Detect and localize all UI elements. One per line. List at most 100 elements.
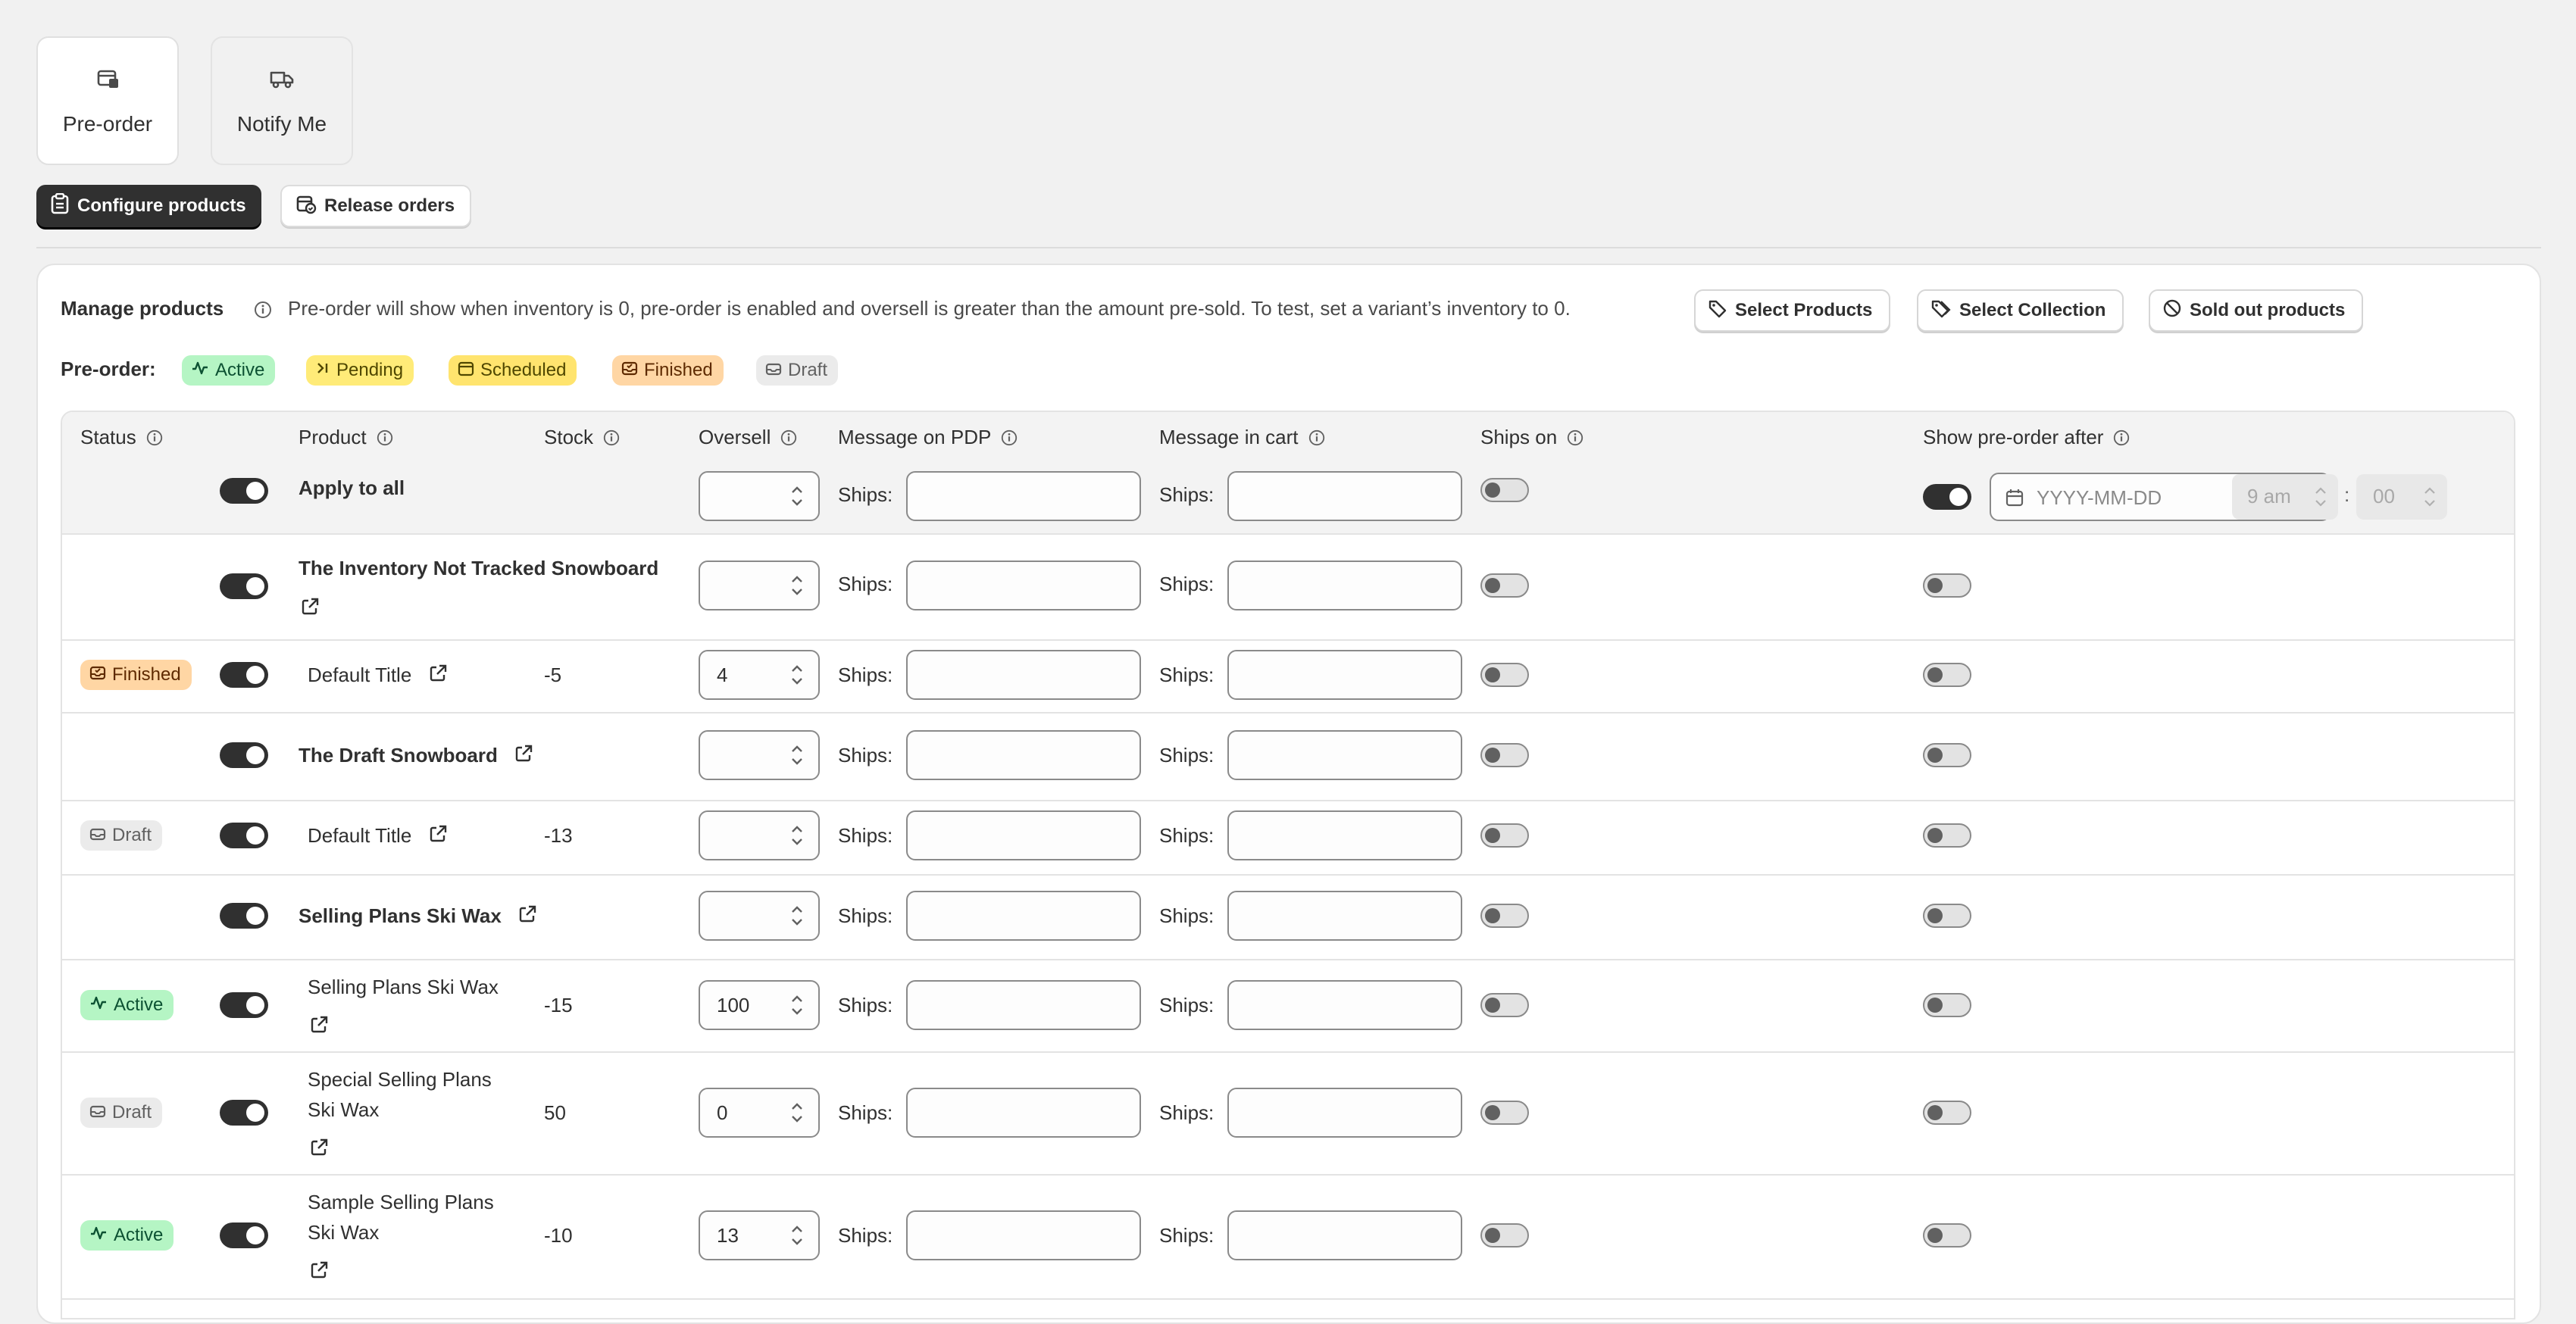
pdp-message-input[interactable] (906, 1210, 1141, 1260)
apply-all-enable-toggle[interactable] (220, 478, 268, 504)
stock-value: 50 (544, 1101, 566, 1124)
oversell-input[interactable]: 13 (699, 1210, 820, 1260)
header-label: Status (80, 426, 136, 448)
row-enable-toggle[interactable] (220, 662, 268, 688)
select-products-button[interactable]: Select Products (1694, 289, 1891, 332)
show-after-toggle[interactable] (1923, 573, 1971, 598)
badge-label: Scheduled (480, 360, 567, 380)
header-label: Message on PDP (838, 426, 992, 448)
stock-value: -13 (544, 824, 573, 847)
pdp-message-input[interactable] (906, 561, 1141, 610)
pdp-message-input[interactable] (906, 650, 1141, 700)
stepper-icon[interactable] (782, 1216, 812, 1254)
select-products-label: Select Products (1735, 300, 1873, 320)
minute-select[interactable]: 00 (2356, 474, 2447, 520)
release-orders-button[interactable]: Release orders (280, 185, 472, 227)
truck-icon (212, 67, 352, 95)
oversell-input[interactable]: 4 (699, 650, 820, 700)
stepper-icon[interactable] (782, 736, 812, 774)
show-after-toggle[interactable] (1923, 663, 1971, 687)
cart-message-input[interactable] (1227, 891, 1462, 941)
ships-on-toggle[interactable] (1480, 904, 1529, 928)
pdp-message-input[interactable] (906, 891, 1141, 941)
row-enable-toggle[interactable] (220, 903, 268, 929)
external-link-icon[interactable] (309, 1260, 329, 1284)
apply-all-ships-on-toggle[interactable] (1480, 478, 1529, 502)
sold-out-products-button[interactable]: Sold out products (2149, 289, 2364, 332)
external-link-icon[interactable] (428, 822, 448, 852)
stepper-icon (2418, 479, 2441, 519)
pdp-message-input[interactable] (906, 1088, 1141, 1138)
ships-on-toggle[interactable] (1480, 823, 1529, 848)
external-link-icon[interactable] (517, 902, 537, 932)
cart-message-input[interactable] (1227, 980, 1462, 1030)
pdp-message-input[interactable] (906, 730, 1141, 780)
ships-on-toggle[interactable] (1480, 743, 1529, 767)
row-enable-toggle[interactable] (220, 992, 268, 1018)
cart-message-input[interactable] (1227, 1210, 1462, 1260)
product-label: The Draft Snowboard (299, 744, 498, 767)
row-enable-toggle[interactable] (220, 1100, 268, 1126)
show-after-toggle[interactable] (1923, 1101, 1971, 1125)
oversell-input[interactable] (699, 730, 820, 780)
show-after-toggle[interactable] (1923, 1223, 1971, 1247)
cart-message-input[interactable] (1227, 1088, 1462, 1138)
show-after-toggle[interactable] (1923, 993, 1971, 1017)
ships-on-toggle[interactable] (1480, 663, 1529, 687)
ships-label: Ships: (838, 744, 893, 767)
select-collection-button[interactable]: Select Collection (1917, 289, 2124, 332)
show-after-toggle[interactable] (1923, 904, 1971, 928)
apply-all-pdp-message-input[interactable] (906, 471, 1141, 521)
row-divider (62, 712, 2514, 714)
tab-pre-order[interactable]: Pre-order (36, 36, 179, 165)
cart-message-input[interactable] (1227, 561, 1462, 610)
stepper-icon[interactable] (782, 897, 812, 935)
hour-value: 9 am (2247, 485, 2291, 507)
tab-notify-me[interactable]: Notify Me (211, 36, 353, 165)
cart-message-input[interactable] (1227, 650, 1462, 700)
stepper-icon[interactable] (782, 477, 812, 515)
calendar-icon (458, 360, 474, 382)
row-enable-toggle[interactable] (220, 823, 268, 848)
legend-draft-badge: Draft (756, 355, 839, 386)
cart-message-input[interactable] (1227, 730, 1462, 780)
ships-on-toggle[interactable] (1480, 573, 1529, 598)
info-icon (2114, 429, 2130, 445)
header-label: Message in cart (1159, 426, 1299, 448)
external-link-icon[interactable] (428, 661, 448, 692)
row-enable-toggle[interactable] (220, 573, 268, 599)
apply-all-show-after-toggle[interactable] (1923, 484, 1971, 510)
hour-select[interactable]: 9 am (2232, 474, 2338, 520)
stepper-icon[interactable] (782, 567, 812, 604)
row-enable-toggle[interactable] (220, 742, 268, 768)
oversell-input[interactable]: 0 (699, 1088, 820, 1138)
pdp-message-input[interactable] (906, 980, 1141, 1030)
oversell-input[interactable]: 100 (699, 980, 820, 1030)
apply-all-cart-message-input[interactable] (1227, 471, 1462, 521)
show-after-toggle[interactable] (1923, 823, 1971, 848)
external-link-icon[interactable] (300, 597, 320, 620)
external-link-icon[interactable] (309, 1138, 329, 1161)
stepper-icon[interactable] (782, 656, 812, 694)
pdp-message-input[interactable] (906, 810, 1141, 860)
show-after-toggle[interactable] (1923, 743, 1971, 767)
badge-label: Draft (112, 1102, 152, 1123)
apply-all-oversell-input[interactable] (699, 471, 820, 521)
ships-on-toggle[interactable] (1480, 1101, 1529, 1125)
external-link-icon[interactable] (514, 742, 533, 772)
external-link-icon[interactable] (309, 1015, 329, 1038)
oversell-value: 100 (717, 994, 750, 1016)
ships-on-toggle[interactable] (1480, 1223, 1529, 1247)
oversell-input[interactable] (699, 561, 820, 610)
oversell-input[interactable] (699, 891, 820, 941)
row-enable-toggle[interactable] (220, 1223, 268, 1248)
configure-products-button[interactable]: Configure products (36, 185, 261, 227)
cart-message-input[interactable] (1227, 810, 1462, 860)
ships-on-toggle[interactable] (1480, 993, 1529, 1017)
stepper-icon[interactable] (782, 1094, 812, 1132)
stepper-icon[interactable] (782, 986, 812, 1024)
info-icon (781, 429, 797, 445)
stepper-icon[interactable] (782, 817, 812, 854)
oversell-input[interactable] (699, 810, 820, 860)
info-icon (603, 429, 620, 445)
